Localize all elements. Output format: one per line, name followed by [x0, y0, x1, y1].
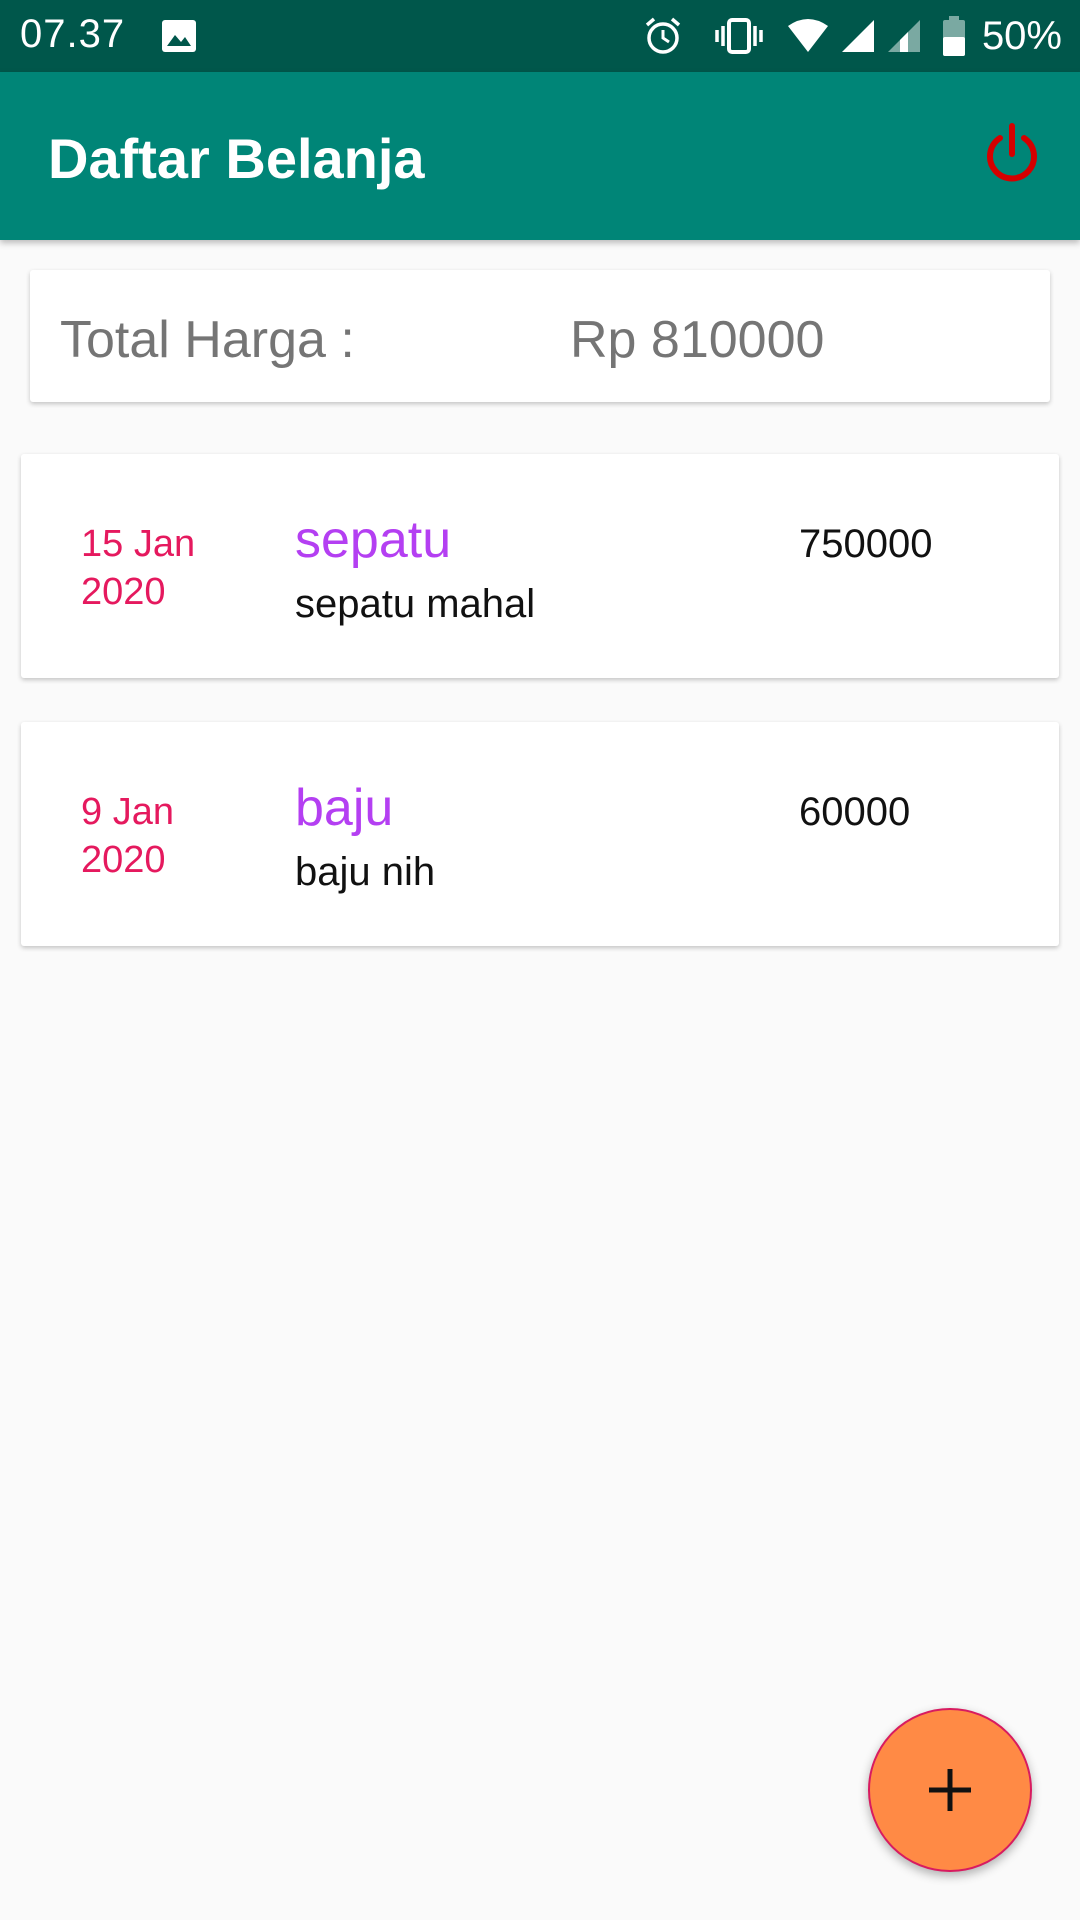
plus-icon	[929, 1769, 971, 1811]
wifi-icon	[786, 18, 830, 54]
vibrate-icon	[714, 16, 764, 56]
logout-button[interactable]	[980, 122, 1044, 186]
item-name: sepatu	[295, 511, 452, 569]
gallery-icon	[160, 18, 198, 54]
alarm-icon	[642, 15, 684, 57]
battery-percent: 50%	[981, 13, 1062, 58]
item-description: baju nih	[295, 850, 436, 894]
total-card: Total Harga : Rp 810000	[30, 270, 1050, 402]
list-item[interactable]: 9 Jan 2020 baju baju nih 60000	[21, 722, 1059, 946]
item-date: 9 Jan 2020	[81, 791, 174, 881]
item-name: baju	[295, 779, 394, 837]
app-bar: Daftar Belanja	[0, 72, 1080, 240]
list-item[interactable]: 15 Jan 2020 sepatu sepatu mahal 750000	[21, 454, 1059, 678]
item-price: 60000	[799, 790, 911, 834]
total-value: Rp 810000	[570, 311, 825, 369]
item-date: 15 Jan 2020	[81, 523, 196, 613]
total-label: Total Harga :	[60, 311, 355, 369]
item-price: 750000	[799, 522, 933, 566]
power-icon	[987, 123, 1037, 182]
item-description: sepatu mahal	[295, 582, 536, 626]
add-item-button[interactable]	[868, 1708, 1032, 1872]
signal-icon	[840, 18, 876, 54]
status-bar: 07.37 50%	[0, 0, 1080, 72]
battery-icon	[942, 15, 966, 57]
page-title: Daftar Belanja	[48, 127, 425, 190]
signal-icon-2	[886, 18, 922, 54]
status-icons: 50%	[642, 12, 1062, 60]
status-time: 07.37	[20, 12, 126, 56]
